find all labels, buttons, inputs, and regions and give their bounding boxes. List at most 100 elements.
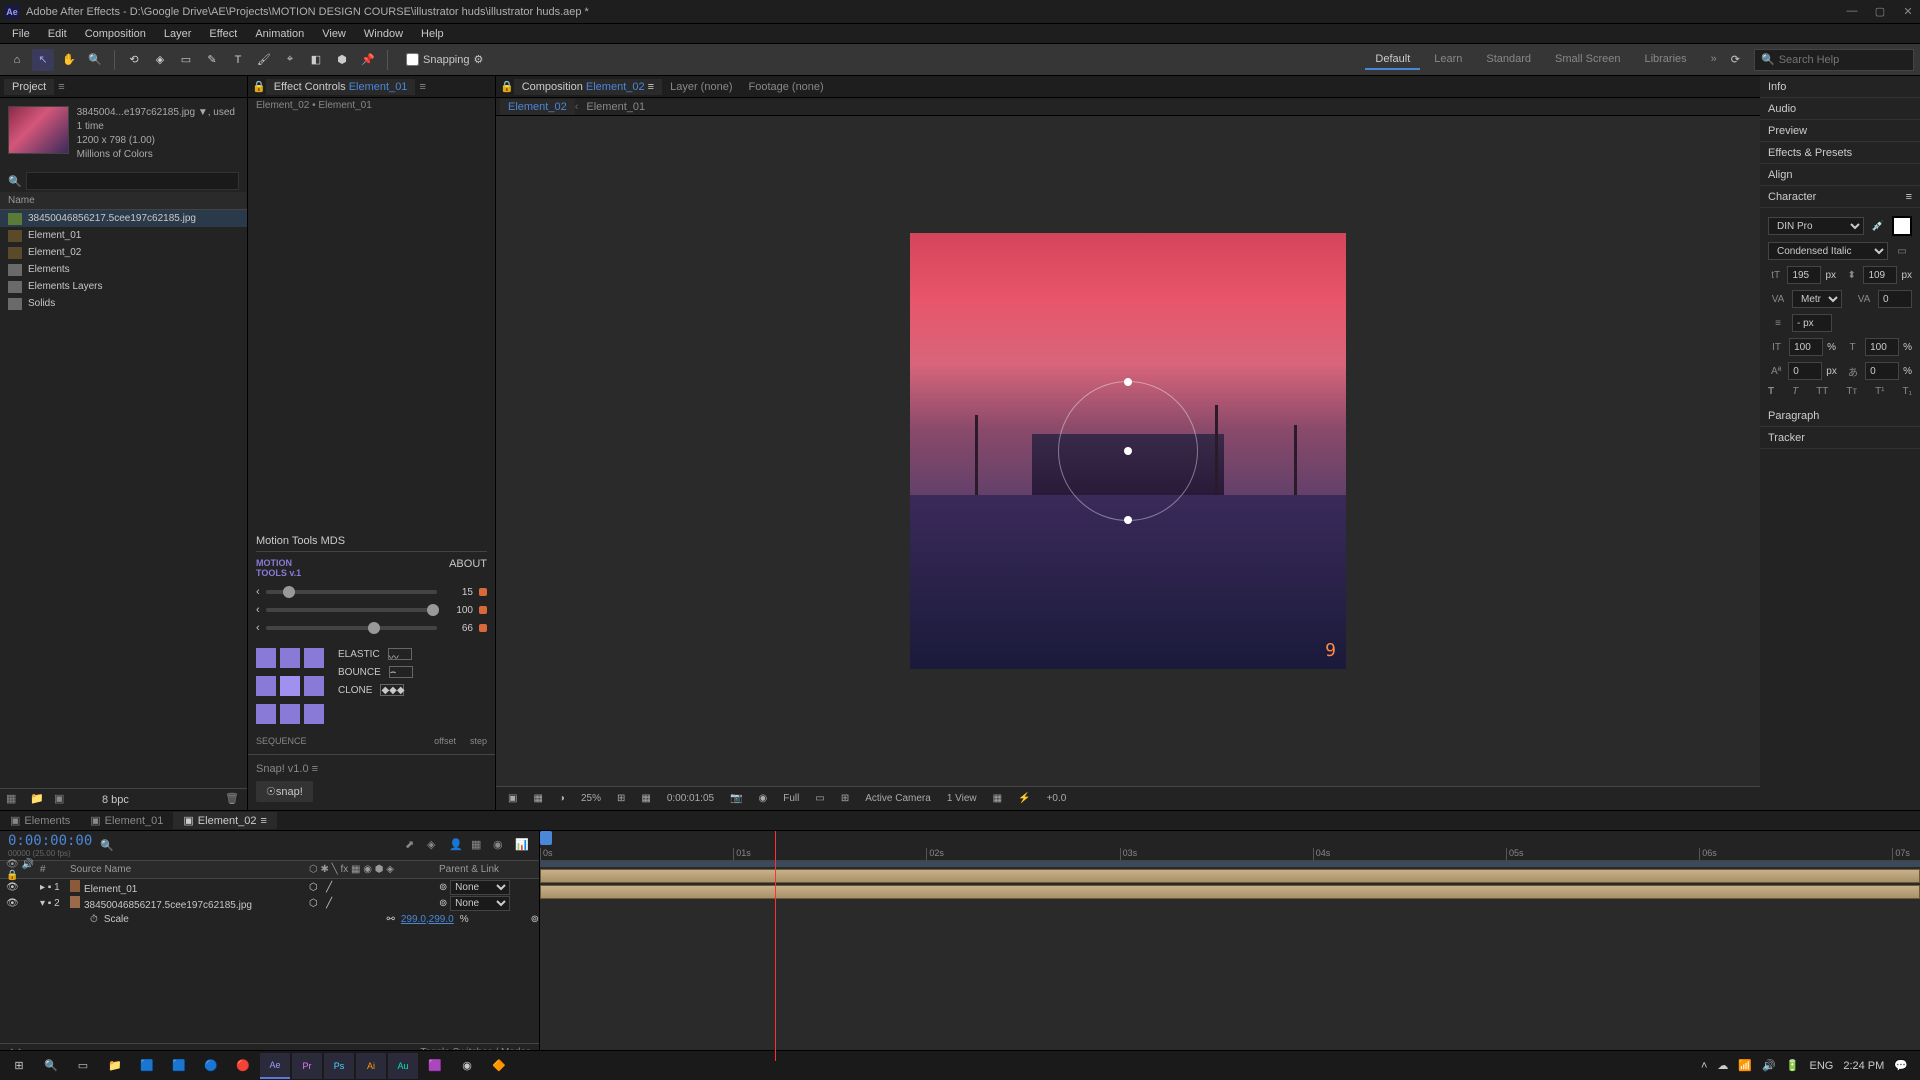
draft3d-icon[interactable]: ◈ [427, 838, 443, 854]
project-thumbnail[interactable] [8, 106, 69, 154]
layer-bar-2[interactable] [540, 885, 1920, 899]
guides-icon[interactable]: ▦ [529, 791, 546, 806]
app-icon-1[interactable]: 🟦 [132, 1053, 162, 1079]
channel-icon[interactable]: ◉ [755, 791, 772, 806]
align-panel-header[interactable]: Align [1760, 164, 1920, 186]
menu-file[interactable]: File [4, 26, 38, 42]
subscript-button[interactable]: T₁ [1903, 386, 1912, 397]
new-folder-icon[interactable]: 📁 [30, 792, 46, 808]
current-timecode[interactable]: 0:00:00:00 [8, 833, 92, 849]
mt-key-1[interactable] [479, 588, 487, 596]
workspace-more[interactable]: » [1701, 50, 1727, 70]
layer-visible-2[interactable]: 👁 [6, 898, 18, 909]
puppet-tool[interactable]: 📌 [357, 49, 379, 71]
project-item[interactable]: 38450046856217.5cee197c62185.jpg [0, 210, 247, 227]
allcaps-button[interactable]: TT [1816, 386, 1828, 397]
timeline-tab-elements[interactable]: ▣ Elements [0, 812, 80, 829]
maximize-button[interactable]: ▢ [1872, 5, 1888, 18]
wifi-icon[interactable]: 📶 [1738, 1059, 1752, 1072]
project-item[interactable]: Solids [0, 295, 247, 312]
parent-select-1[interactable]: None [450, 880, 510, 895]
tsume-input[interactable] [1865, 362, 1899, 380]
snap-button[interactable]: ☉snap! [256, 781, 313, 802]
workspace-libraries[interactable]: Libraries [1634, 50, 1696, 70]
views-dropdown[interactable]: 1 View [943, 791, 981, 806]
mt-anchor-mr[interactable] [304, 676, 324, 696]
taskbar-search-icon[interactable]: 🔍 [36, 1053, 66, 1079]
preset-bounce[interactable]: BOUNCE [338, 667, 381, 678]
cloud-sync-icon[interactable]: ☁ [1717, 1059, 1728, 1072]
comp-breadcrumb-2[interactable]: Element_01 [578, 99, 653, 115]
chrome-instance-icon[interactable]: ◉ [452, 1053, 482, 1079]
menu-composition[interactable]: Composition [77, 26, 154, 42]
baseline-input[interactable] [1788, 362, 1822, 380]
mt-prev-icon[interactable]: ‹ [256, 622, 260, 634]
photoshop-taskbar-icon[interactable]: Ps [324, 1053, 354, 1079]
layer-tab[interactable]: Layer (none) [662, 79, 740, 95]
playhead[interactable] [775, 831, 776, 1061]
project-item[interactable]: Elements Layers [0, 278, 247, 295]
anchor-point-overlay[interactable] [1058, 381, 1198, 521]
col-source-name[interactable]: Source Name [70, 864, 309, 875]
fill-color-swatch[interactable] [1892, 216, 1912, 236]
preset-elastic[interactable]: ELASTIC [338, 649, 380, 660]
effect-controls-tab[interactable]: Effect Controls Element_01 [266, 79, 416, 95]
tracker-panel-header[interactable]: Tracker [1760, 427, 1920, 449]
start-button[interactable]: ⊞ [4, 1053, 34, 1079]
project-item[interactable]: Element_01 [0, 227, 247, 244]
font-style-select[interactable]: Condensed Italic [1768, 242, 1888, 260]
menu-layer[interactable]: Layer [156, 26, 200, 42]
preview-panel-header[interactable]: Preview [1760, 120, 1920, 142]
transparent-icon[interactable]: ▦ [637, 791, 654, 806]
mt-anchor-mc[interactable] [280, 676, 300, 696]
effect-controls-lock-icon[interactable]: 🔒 [252, 80, 266, 93]
smallcaps-button[interactable]: Tᴛ [1846, 386, 1857, 397]
premiere-taskbar-icon[interactable]: Pr [292, 1053, 322, 1079]
fast-preview-icon[interactable]: ⚡ [1014, 791, 1034, 806]
info-panel-header[interactable]: Info [1760, 76, 1920, 98]
menu-edit[interactable]: Edit [40, 26, 75, 42]
comp-breadcrumb-1[interactable]: Element_02 [500, 99, 575, 115]
mt-slider-1[interactable] [266, 590, 437, 594]
eraser-tool[interactable]: ◧ [305, 49, 327, 71]
audition-taskbar-icon[interactable]: Au [388, 1053, 418, 1079]
mt-anchor-ml[interactable] [256, 676, 276, 696]
layer-bar-1[interactable] [540, 869, 1920, 883]
hscale-input[interactable] [1865, 338, 1899, 356]
work-area[interactable] [540, 861, 1920, 867]
pen-tool[interactable]: ✎ [201, 49, 223, 71]
mt-anchor-bc[interactable] [280, 704, 300, 724]
stopwatch-icon[interactable]: ⏱ [90, 914, 98, 925]
frame-blend-icon[interactable]: ▦ [471, 838, 487, 854]
playhead-grip[interactable] [540, 831, 552, 845]
col-parent[interactable]: Parent & Link [439, 864, 539, 875]
project-search-input[interactable] [26, 172, 239, 190]
volume-icon[interactable]: 🔊 [1762, 1059, 1776, 1072]
illustrator-taskbar-icon[interactable]: Ai [356, 1053, 386, 1079]
res-half-icon[interactable]: ⊞ [613, 791, 629, 806]
workspace-small[interactable]: Small Screen [1545, 50, 1630, 70]
zoom-dropdown[interactable]: 25% [577, 791, 605, 806]
timeline-tab-element01[interactable]: ▣ Element_01 [80, 812, 173, 829]
pixel-ar-icon[interactable]: ▦ [989, 791, 1006, 806]
stroke-width[interactable] [1792, 314, 1832, 332]
language-indicator[interactable]: ENG [1809, 1060, 1833, 1072]
pan-behind-tool[interactable]: ◈ [149, 49, 171, 71]
resolution-dropdown[interactable]: Full [779, 791, 803, 806]
menu-help[interactable]: Help [413, 26, 452, 42]
workspace-learn[interactable]: Learn [1424, 50, 1472, 70]
clone-tool[interactable]: ⌖ [279, 49, 301, 71]
fx-menu-icon[interactable]: ≡ [419, 81, 425, 93]
exposure-value[interactable]: +0.0 [1043, 791, 1071, 806]
composition-tab[interactable]: Composition Element_02 ≡ [514, 79, 662, 95]
project-list[interactable]: 38450046856217.5cee197c62185.jpg Element… [0, 210, 247, 788]
timeline-tab-element02[interactable]: ▣ Element_02 ≡ [173, 812, 277, 829]
new-comp-icon[interactable]: ▣ [54, 792, 70, 808]
project-item[interactable]: Element_02 [0, 244, 247, 261]
kerning-select[interactable]: Metrics [1792, 290, 1842, 308]
tracking-input[interactable] [1878, 290, 1912, 308]
workspace-default[interactable]: Default [1365, 50, 1420, 70]
faux-italic-button[interactable]: T [1792, 386, 1798, 397]
timecode-display[interactable]: 0:00:01:05 [663, 791, 718, 806]
hand-tool[interactable]: ✋ [58, 49, 80, 71]
